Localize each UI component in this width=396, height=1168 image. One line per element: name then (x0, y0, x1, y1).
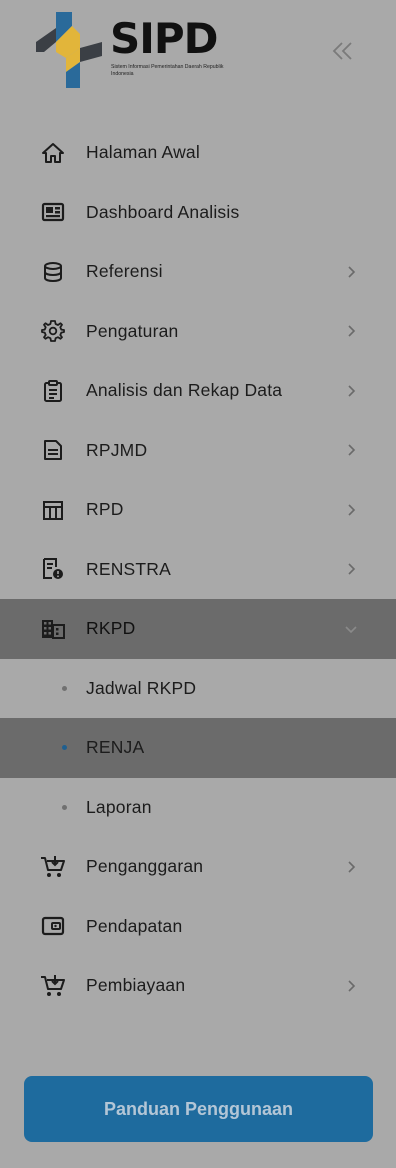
chevron-right-icon (343, 859, 359, 875)
menu-item-referensi[interactable]: Referensi (0, 242, 396, 302)
menu-item-label: RENSTRA (86, 558, 172, 579)
menu-item-label: Pengaturan (86, 320, 179, 341)
gear-icon (39, 317, 67, 345)
menu-item-renstra[interactable]: RENSTRA (0, 540, 396, 600)
menu-item-label: Referensi (86, 261, 163, 282)
menu-item-label: Pembiayaan (86, 975, 186, 996)
building-icon (39, 615, 67, 643)
chevron-down-icon (343, 621, 359, 637)
bullet-dot-icon (62, 745, 67, 751)
menu-item-rkpd[interactable]: RKPD (0, 599, 396, 659)
menu-item-label: Pendapatan (86, 915, 183, 936)
user-guide-button[interactable]: Panduan Penggunaan (24, 1076, 373, 1142)
submenu-item-label: Jadwal RKPD (86, 677, 197, 698)
report-icon (39, 555, 67, 583)
sidebar-menu: Halaman Awal Dashboard Analisis Referens… (0, 123, 396, 1016)
menu-item-pengaturan[interactable]: Pengaturan (0, 302, 396, 362)
menu-item-label: Halaman Awal (86, 142, 200, 163)
menu-item-rpd[interactable]: RPD (0, 480, 396, 540)
brand-subtitle: Sistem Informasi Pemerintahan Daerah Rep… (111, 64, 224, 77)
collapse-sidebar-button[interactable] (328, 36, 358, 66)
submenu-item-jadwal-rkpd[interactable]: Jadwal RKPD (0, 659, 396, 719)
menu-item-label: RKPD (86, 618, 136, 639)
menu-item-pembiayaan[interactable]: Pembiayaan (0, 956, 396, 1016)
chevron-right-icon (343, 264, 359, 280)
menu-item-dashboard-analisis[interactable]: Dashboard Analisis (0, 183, 396, 243)
bullet-dot-icon (62, 685, 67, 691)
sipd-logo-mark (36, 12, 102, 88)
menu-item-halaman-awal[interactable]: Halaman Awal (0, 123, 396, 183)
clipboard-icon (39, 377, 67, 405)
chevron-right-icon (343, 383, 359, 399)
menu-item-label: Analisis dan Rekap Data (86, 380, 283, 401)
menu-item-label: RPD (86, 499, 124, 520)
submenu-item-label: RENJA (86, 737, 145, 758)
chevron-right-icon (343, 502, 359, 518)
document-icon (39, 436, 67, 464)
chevron-right-icon (343, 442, 359, 458)
home-icon (39, 139, 67, 167)
wallet-icon (39, 912, 67, 940)
menu-item-label: RPJMD (86, 439, 148, 460)
submenu-item-label: Laporan (86, 796, 152, 817)
menu-item-pendapatan[interactable]: Pendapatan (0, 897, 396, 957)
menu-item-label: Dashboard Analisis (86, 201, 240, 222)
menu-item-label: Penganggaran (86, 856, 204, 877)
menu-item-analisis-rekap-data[interactable]: Analisis dan Rekap Data (0, 361, 396, 421)
menu-item-rpjmd[interactable]: RPJMD (0, 421, 396, 481)
chevron-right-icon (343, 323, 359, 339)
submenu-item-laporan[interactable]: Laporan (0, 778, 396, 838)
menu-item-penganggaran[interactable]: Penganggaran (0, 837, 396, 897)
bullet-dot-icon (62, 804, 67, 810)
dashboard-icon (39, 198, 67, 226)
chevron-right-icon (343, 978, 359, 994)
table-icon (39, 496, 67, 524)
submenu-item-renja[interactable]: RENJA (0, 718, 396, 778)
brand-title: SIPD (110, 14, 219, 63)
cart-icon (39, 853, 67, 881)
sidebar: SIPD Sistem Informasi Pemerintahan Daera… (0, 0, 396, 1168)
user-guide-button-label: Panduan Penggunaan (103, 1098, 294, 1119)
cart-icon (39, 972, 67, 1000)
sidebar-header: SIPD Sistem Informasi Pemerintahan Daera… (0, 0, 396, 100)
chevron-right-icon (343, 561, 359, 577)
double-chevron-left-icon (332, 42, 352, 60)
database-icon (39, 258, 67, 286)
